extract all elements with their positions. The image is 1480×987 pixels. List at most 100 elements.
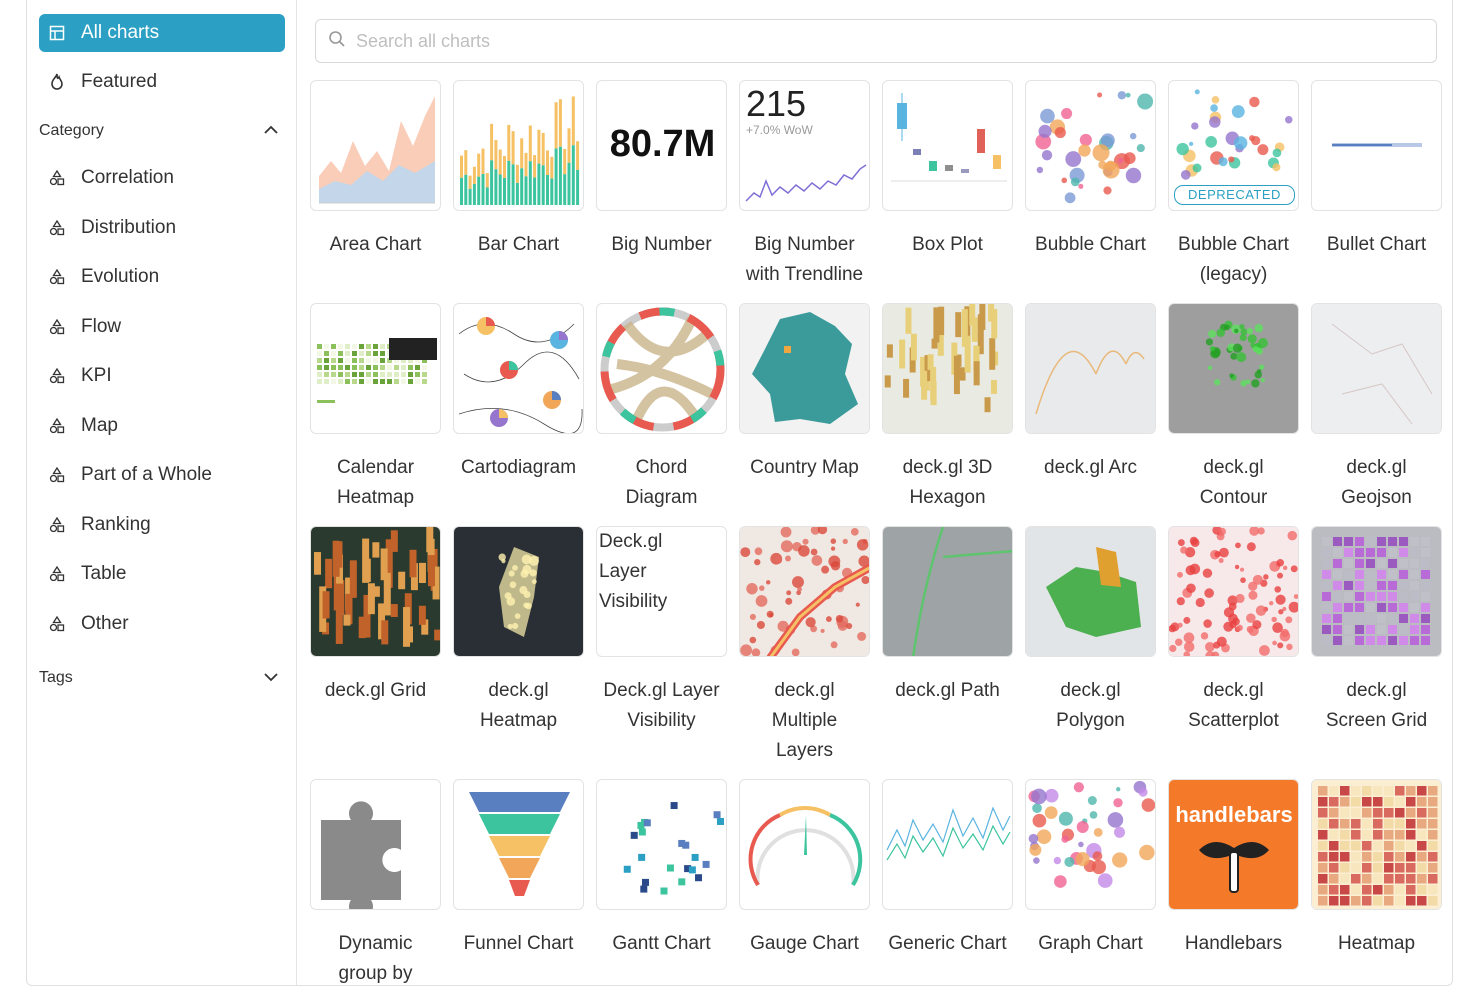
- chart-thumbnail: [1311, 779, 1442, 910]
- shapes-icon: [45, 216, 69, 240]
- chart-thumbnail: [1025, 80, 1156, 211]
- chart-card-label: Dynamic group by: [338, 933, 413, 984]
- chart-thumbnail: Deck.gl Layer Visibility: [596, 526, 727, 657]
- chart-card-label: deck.gl Heatmap: [479, 680, 558, 731]
- fire-icon: [45, 70, 69, 94]
- chart-thumbnail: [882, 779, 1013, 910]
- chart-card-label: Chord Diagram: [625, 457, 698, 508]
- category-label: Evolution: [81, 266, 160, 287]
- sidebar-item-category[interactable]: Evolution: [39, 259, 285, 295]
- chart-card-label: Gantt Chart: [612, 933, 711, 954]
- category-label: Ranking: [81, 513, 151, 535]
- category-label: Part of a Whole: [81, 464, 212, 485]
- search-icon: [328, 30, 346, 53]
- chart-thumbnail: [1168, 526, 1299, 657]
- chart-thumbnail: [310, 80, 441, 211]
- sidebar-item-label: All charts: [81, 22, 160, 43]
- chart-thumbnail: 80.7M: [596, 80, 727, 211]
- chart-thumbnail: [310, 779, 441, 910]
- sidebar-item-category[interactable]: Correlation: [39, 160, 285, 196]
- sidebar-item-all-charts[interactable]: All charts: [39, 14, 285, 52]
- chart-card-label: deck.gl Geojson: [1341, 457, 1412, 508]
- chart-card-label: Generic Chart: [888, 933, 1007, 954]
- shapes-icon: [45, 315, 69, 339]
- chart-thumbnail: handlebars: [1168, 779, 1299, 910]
- chart-thumbnail: DEPRECATED: [1168, 80, 1299, 211]
- chart-thumbnail: [1311, 303, 1442, 434]
- chart-card-label: Cartodiagram: [460, 457, 577, 478]
- category-label: Table: [81, 563, 127, 584]
- chart-thumbnail: [453, 779, 584, 910]
- sidebar-item-category[interactable]: Flow: [39, 309, 285, 345]
- chart-card-label: Big Number with Trendline: [745, 234, 864, 285]
- chart-thumbnail: 215 +7.0% WoW: [739, 80, 870, 211]
- search-input[interactable]: [354, 29, 1358, 53]
- chart-card-label: Handlebars: [1184, 933, 1283, 954]
- broken-image-alt: Deck.gl Layer Visibility: [597, 527, 726, 617]
- sidebar-item-category[interactable]: Ranking: [39, 507, 285, 543]
- tags-section-header[interactable]: Tags: [39, 663, 279, 693]
- chart-thumbnail: [882, 526, 1013, 657]
- category-label: Correlation: [81, 167, 174, 188]
- sidebar: All charts Featured Category Correlation…: [27, 0, 297, 985]
- sidebar-item-featured[interactable]: Featured: [39, 63, 285, 101]
- deprecated-badge: DEPRECATED: [1174, 185, 1295, 205]
- shapes-icon: [45, 612, 69, 636]
- search-box[interactable]: [315, 19, 1437, 63]
- chart-card-label: Box Plot: [912, 234, 983, 255]
- chart-thumbnail: [739, 526, 870, 657]
- chart-card-label: Bar Chart: [477, 234, 560, 255]
- chart-thumbnail: [1025, 779, 1156, 910]
- sidebar-item-category[interactable]: Part of a Whole: [39, 457, 285, 493]
- alt-text-line: Deck.gl: [599, 531, 663, 552]
- sidebar-item-category[interactable]: KPI: [39, 358, 285, 394]
- chart-card-label: Bubble Chart: [1035, 234, 1146, 255]
- shapes-icon: [45, 513, 69, 537]
- chart-card-label: Calendar Heatmap: [336, 457, 415, 508]
- chart-thumbnail: [739, 303, 870, 434]
- chart-card-label: deck.gl Polygon: [1056, 680, 1125, 731]
- sidebar-item-category[interactable]: Table: [39, 556, 285, 592]
- chart-thumbnail: [1311, 526, 1442, 657]
- category-section-header[interactable]: Category: [39, 116, 279, 146]
- chart-thumbnail: [882, 80, 1013, 211]
- chart-thumbnail: [1168, 303, 1299, 434]
- chart-card-label: deck.gl Arc: [1044, 457, 1137, 478]
- chart-card-label: deck.gl 3D Hexagon: [902, 457, 993, 508]
- sidebar-item-category[interactable]: Map: [39, 408, 285, 444]
- category-label: Distribution: [81, 216, 177, 238]
- category-label: Map: [81, 414, 118, 436]
- chart-card-label: deck.gl Screen Grid: [1325, 680, 1428, 731]
- chart-card-label: Bullet Chart: [1326, 234, 1427, 255]
- chart-thumbnail: [596, 303, 727, 434]
- chart-card-label: deck.gl Path: [895, 680, 1000, 701]
- trend-delta: +7.0% WoW: [746, 123, 813, 137]
- chart-card-label: deck.gl Contour: [1199, 457, 1268, 508]
- sidebar-item-label: Featured: [81, 71, 158, 92]
- handlebars-logo-text: handlebars: [1175, 802, 1292, 827]
- chart-thumbnail: [1025, 303, 1156, 434]
- chart-thumbnail: [453, 80, 584, 211]
- sidebar-item-category[interactable]: Distribution: [39, 210, 285, 246]
- chart-card-label: Graph Chart: [1038, 933, 1143, 954]
- chart-thumbnail: [1311, 80, 1442, 211]
- chart-thumbnail: [310, 303, 441, 434]
- shapes-icon: [45, 265, 69, 289]
- chart-thumbnail: [1025, 526, 1156, 657]
- category-label: Flow: [81, 315, 122, 337]
- table-icon: [45, 21, 69, 45]
- tags-title: Tags: [39, 669, 73, 686]
- chart-card-label: Heatmap: [1337, 933, 1416, 954]
- chart-thumbnail: [453, 526, 584, 657]
- chart-card-label: deck.gl Multiple Layers: [771, 680, 838, 761]
- chevron-up-icon: [263, 122, 279, 140]
- chart-thumbnail: [596, 779, 727, 910]
- chart-thumbnail: [453, 303, 584, 434]
- chart-card-label: Deck.gl Layer Visibility: [603, 680, 720, 731]
- category-title: Category: [39, 122, 104, 139]
- shapes-icon: [45, 562, 69, 586]
- chart-thumbnail: [310, 526, 441, 657]
- trend-number-value: 215: [746, 83, 807, 124]
- chart-card-label: Area Chart: [329, 234, 422, 255]
- sidebar-item-category[interactable]: Other: [39, 606, 285, 642]
